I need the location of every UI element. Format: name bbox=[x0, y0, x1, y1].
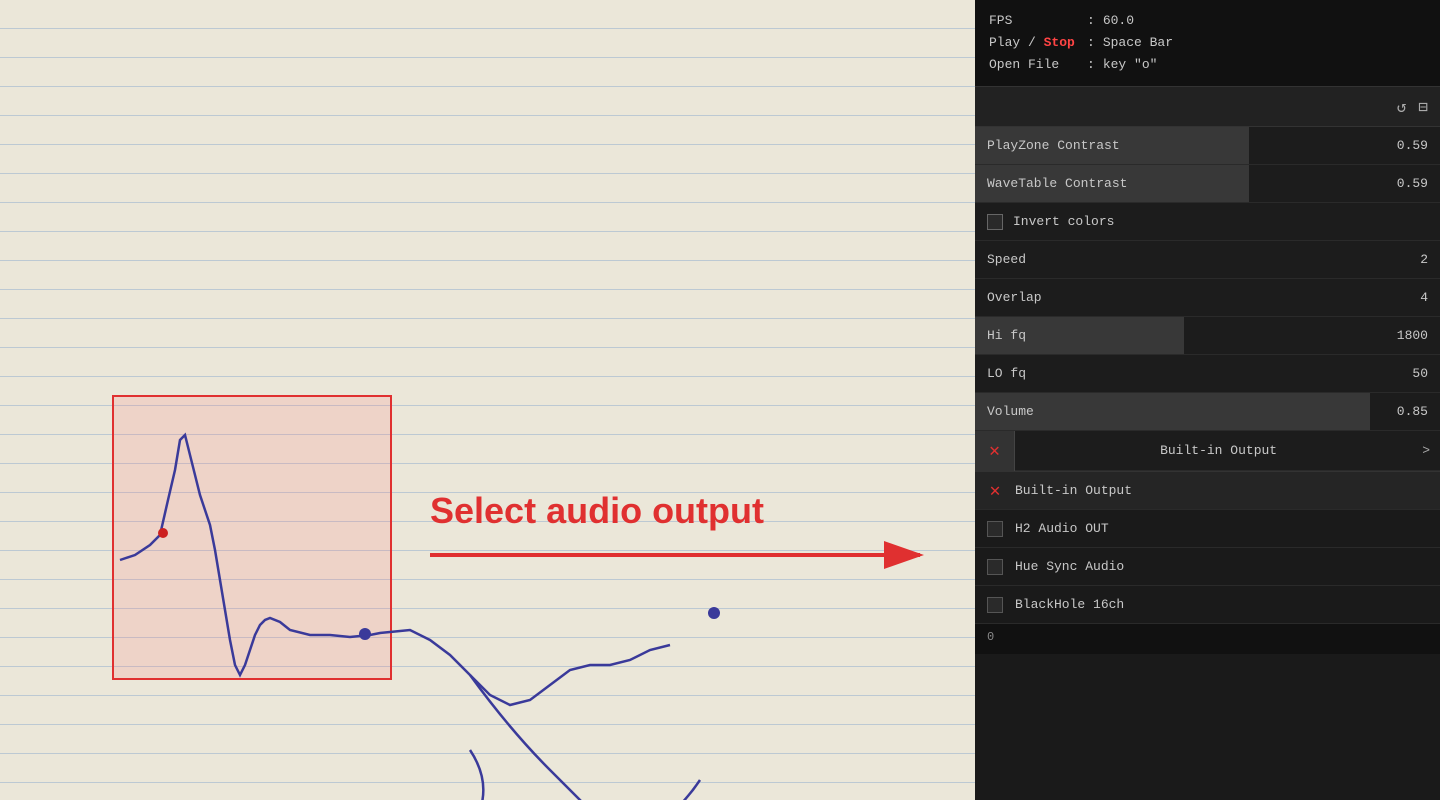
open-file-label: Open File bbox=[989, 54, 1079, 76]
playzone-contrast-label: PlayZone Contrast bbox=[987, 138, 1120, 153]
dropdown-item-builtin[interactable]: ✕ Built-in Output bbox=[975, 472, 1440, 510]
speed-row[interactable]: Speed 2 bbox=[975, 241, 1440, 279]
play-stop-row: Play / Stop : Space Bar bbox=[989, 32, 1426, 54]
lo-fq-label: LO fq bbox=[987, 366, 1026, 381]
playzone-contrast-value: 0.59 bbox=[1397, 138, 1428, 153]
bottom-status-area: 0 bbox=[975, 624, 1440, 654]
dropdown-item-builtin-check: ✕ bbox=[975, 472, 1015, 510]
audio-output-dropdown: ✕ Built-in Output H2 Audio OUT Hue Sync … bbox=[975, 471, 1440, 624]
play-stop-sep: : bbox=[1087, 32, 1095, 54]
refresh-icon[interactable]: ↺ bbox=[1397, 97, 1407, 117]
wavetable-contrast-value: 0.59 bbox=[1397, 176, 1428, 191]
invert-colors-checkbox[interactable] bbox=[987, 214, 1003, 230]
playzone-contrast-row[interactable]: PlayZone Contrast 0.59 bbox=[975, 127, 1440, 165]
fps-row: FPS : 60.0 bbox=[989, 10, 1426, 32]
fps-value: 60.0 bbox=[1103, 10, 1134, 32]
audio-output-label: Built-in Output bbox=[1015, 443, 1422, 458]
play-stop-label: Play / Stop bbox=[989, 32, 1079, 54]
open-file-sep: : bbox=[1087, 54, 1095, 76]
chevron-right-icon: > bbox=[1422, 443, 1430, 458]
right-panel: FPS : 60.0 Play / Stop : Space Bar Open … bbox=[975, 0, 1440, 800]
dropdown-item-h2[interactable]: H2 Audio OUT bbox=[975, 510, 1440, 548]
open-file-row: Open File : key "o" bbox=[989, 54, 1426, 76]
volume-value: 0.85 bbox=[1397, 404, 1428, 419]
hi-fq-label: Hi fq bbox=[987, 328, 1026, 343]
overlap-label: Overlap bbox=[987, 290, 1042, 305]
speed-label: Speed bbox=[987, 252, 1026, 267]
overlap-value: 4 bbox=[1420, 290, 1428, 305]
audio-output-x-button[interactable]: ✕ bbox=[975, 431, 1015, 471]
fps-label: FPS bbox=[989, 10, 1079, 32]
controls-section: PlayZone Contrast 0.59 WaveTable Contras… bbox=[975, 127, 1440, 800]
dropdown-item-blackhole[interactable]: BlackHole 16ch bbox=[975, 586, 1440, 624]
bottom-status-text: 0 bbox=[987, 630, 994, 644]
dropdown-item-hue[interactable]: Hue Sync Audio bbox=[975, 548, 1440, 586]
dropdown-item-blackhole-check bbox=[975, 586, 1015, 624]
wavetable-contrast-row[interactable]: WaveTable Contrast 0.59 bbox=[975, 165, 1440, 203]
invert-colors-label: Invert colors bbox=[1013, 214, 1114, 229]
play-stop-value: Space Bar bbox=[1103, 32, 1173, 54]
volume-label: Volume bbox=[987, 404, 1034, 419]
wavetable-contrast-label: WaveTable Contrast bbox=[987, 176, 1127, 191]
canvas-area: Select audio output bbox=[0, 0, 975, 800]
info-bar: FPS : 60.0 Play / Stop : Space Bar Open … bbox=[975, 0, 1440, 87]
dropdown-item-hue-label: Hue Sync Audio bbox=[1015, 559, 1124, 574]
dropdown-item-blackhole-label: BlackHole 16ch bbox=[1015, 597, 1124, 612]
dropdown-item-h2-check bbox=[975, 510, 1015, 548]
volume-row[interactable]: Volume 0.85 bbox=[975, 393, 1440, 431]
toolbar-row: ↺ ⊟ bbox=[975, 87, 1440, 127]
lo-fq-row[interactable]: LO fq 50 bbox=[975, 355, 1440, 393]
audio-output-row[interactable]: ✕ Built-in Output > bbox=[975, 431, 1440, 471]
waveform-svg bbox=[50, 380, 750, 800]
open-file-value: key "o" bbox=[1103, 54, 1158, 76]
overlap-row[interactable]: Overlap 4 bbox=[975, 279, 1440, 317]
dropdown-item-hue-check bbox=[975, 548, 1015, 586]
invert-colors-row[interactable]: Invert colors bbox=[975, 203, 1440, 241]
dropdown-item-h2-label: H2 Audio OUT bbox=[1015, 521, 1109, 536]
hi-fq-row[interactable]: Hi fq 1800 bbox=[975, 317, 1440, 355]
dropdown-item-builtin-label: Built-in Output bbox=[1015, 483, 1132, 498]
stop-text: Stop bbox=[1044, 35, 1075, 50]
lo-fq-value: 50 bbox=[1412, 366, 1428, 381]
fps-sep: : bbox=[1087, 10, 1095, 32]
hi-fq-value: 1800 bbox=[1397, 328, 1428, 343]
speed-value: 2 bbox=[1420, 252, 1428, 267]
canvas-instruction-text: Select audio output bbox=[430, 490, 764, 532]
save-icon[interactable]: ⊟ bbox=[1418, 97, 1428, 117]
instruction-arrow bbox=[420, 530, 950, 580]
